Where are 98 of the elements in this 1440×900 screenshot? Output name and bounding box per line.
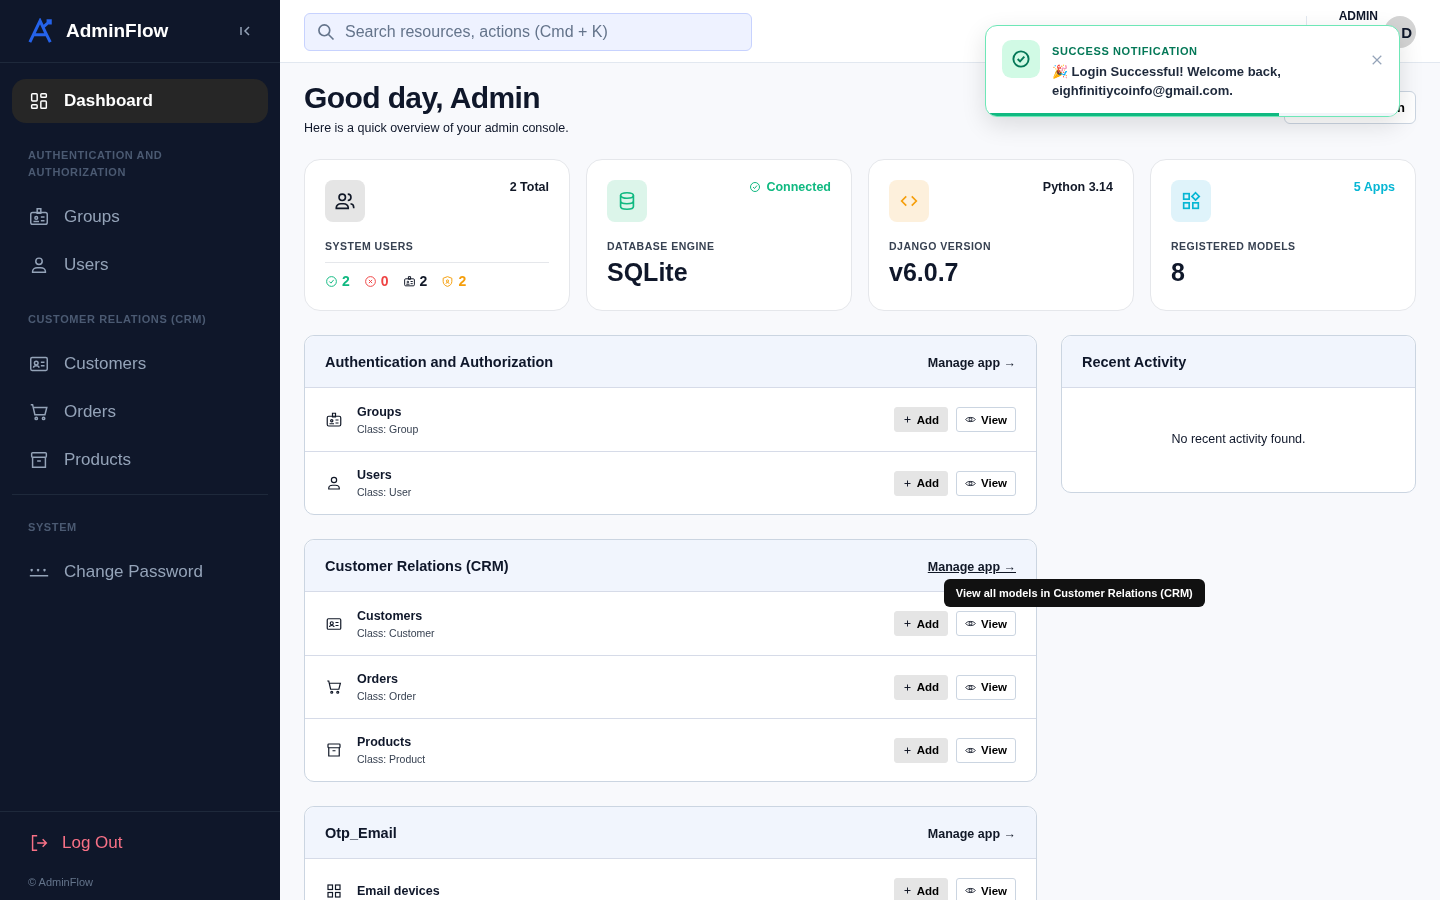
eye-icon <box>965 886 976 895</box>
eye-icon <box>965 415 976 424</box>
nav-section-heading: CUSTOMER RELATIONS (CRM) <box>27 312 208 327</box>
manage-app-link[interactable]: Manage app → <box>927 559 1016 574</box>
view-button[interactable]: View <box>956 878 1016 900</box>
id-badge-icon <box>28 206 50 228</box>
add-button[interactable]: Add <box>893 737 948 763</box>
model-class: Class: User <box>357 486 413 498</box>
page-subtitle: Here is a quick overview of your admin console. <box>304 121 569 135</box>
id-badge-icon <box>402 274 416 288</box>
toast-message: 🎉 Login Successful! Welcome back, eighfinitiycoinfo@gmail.com. <box>1052 63 1282 100</box>
cross-circle-icon <box>363 274 377 288</box>
shield-icon <box>441 274 455 288</box>
search-field[interactable]: Search resources, actions (Cmd + K) <box>304 13 752 51</box>
view-button[interactable]: View <box>956 407 1016 432</box>
plus-icon <box>902 619 912 628</box>
manage-app-link[interactable]: Manage app → <box>927 826 1016 841</box>
cart-icon <box>28 401 50 423</box>
view-button[interactable]: View <box>956 470 1016 496</box>
plus-icon <box>902 415 912 424</box>
page-title: Good day, Admin <box>304 81 541 115</box>
id-badge-icon <box>325 410 343 429</box>
view-button[interactable]: View <box>956 611 1016 636</box>
nav-item[interactable]: Orders <box>12 390 268 434</box>
plus-icon <box>902 745 912 755</box>
add-button[interactable]: Add <box>893 611 948 636</box>
model-class: Class: Product <box>357 753 427 765</box>
brand-name: AdminFlow <box>66 20 170 42</box>
card-value: SQLite <box>607 258 689 287</box>
card-label: DJANGO VERSION <box>889 240 993 252</box>
eye-icon <box>965 682 976 692</box>
card-status-text: 5 Apps <box>1353 180 1395 194</box>
card-label: REGISTERED MODELS <box>1171 240 1297 252</box>
nav-item[interactable]: Change Password <box>12 550 268 594</box>
archive-box-icon <box>28 449 50 471</box>
nav-item[interactable]: Groups <box>12 195 268 239</box>
manage-app-link[interactable]: Manage app → <box>927 355 1016 370</box>
check-circle-icon <box>749 181 762 193</box>
model-name: Orders <box>357 672 399 686</box>
panel-title: Authentication and Authorization <box>325 353 554 370</box>
stat-count: 2 <box>419 273 428 289</box>
dashboard-icon <box>28 90 50 112</box>
stat-count: 2 <box>458 273 467 289</box>
model-name: Groups <box>357 404 403 419</box>
card-status-text: 2 Total <box>509 180 549 194</box>
view-button[interactable]: View <box>956 737 1016 763</box>
nav-item[interactable]: Users <box>12 243 268 287</box>
card-label: DATABASE ENGINE <box>607 240 716 252</box>
user-icon <box>325 474 343 492</box>
model-class: Class: Group <box>357 422 420 435</box>
search-icon <box>316 22 336 42</box>
model-class: Class: Customer <box>357 626 436 639</box>
nav-item[interactable]: Customers <box>12 342 268 386</box>
empty-message: No recent activity found. <box>1170 431 1307 446</box>
model-name: Products <box>357 735 413 749</box>
nav-section-heading: SYSTEM <box>27 520 78 535</box>
copyright: © AdminFlow <box>28 876 94 888</box>
card-value: 8 <box>1171 258 1186 287</box>
plus-icon <box>902 886 912 895</box>
add-button[interactable]: Add <box>893 674 948 700</box>
close-icon[interactable] <box>1371 54 1383 66</box>
logout-button[interactable]: Log Out <box>28 832 252 854</box>
card-label: SYSTEM USERS <box>325 240 415 252</box>
model-name: Customers <box>357 608 424 623</box>
eye-icon <box>965 619 976 628</box>
view-button[interactable]: View <box>956 674 1016 700</box>
stat-count: 2 <box>342 273 350 289</box>
apps-icon <box>1180 190 1202 212</box>
collapse-icon[interactable] <box>238 24 252 38</box>
eye-icon <box>965 745 976 755</box>
nav-section-heading: AUTHENTICATION AND AUTHORIZATION <box>27 148 164 180</box>
model-class: Class: Order <box>357 690 417 702</box>
grid-icon <box>325 881 343 900</box>
card-value: v6.0.7 <box>889 258 960 287</box>
plus-icon <box>902 478 912 488</box>
add-button[interactable]: Add <box>893 407 948 432</box>
plus-icon <box>902 682 912 692</box>
archive-box-icon <box>325 741 343 759</box>
cart-icon <box>325 678 343 696</box>
nav-item[interactable]: Dashboard <box>12 79 268 123</box>
logo-icon <box>28 18 54 44</box>
card-status-text: Python 3.14 <box>1042 180 1113 194</box>
panel-title: Otp_Email <box>325 824 397 841</box>
nav-item[interactable]: Products <box>12 438 268 482</box>
model-name: Users <box>357 468 393 482</box>
panel-title: Customer Relations (CRM) <box>325 557 509 574</box>
users-icon <box>334 190 356 212</box>
eye-icon <box>965 478 976 488</box>
tooltip: View all models in Customer Relations (CRM) <box>943 578 1205 607</box>
panel-title: Recent Activity <box>1082 353 1187 370</box>
user-name: ADMIN <box>1338 9 1378 23</box>
toast-title: SUCCESS NOTIFICATION <box>1052 45 1199 57</box>
check-circle-icon <box>325 274 338 288</box>
stat-count: 0 <box>380 273 389 289</box>
card-status-text: Connected <box>766 180 831 194</box>
add-button[interactable]: Add <box>893 878 948 900</box>
add-button[interactable]: Add <box>893 470 948 496</box>
model-name: Email devices <box>357 883 441 898</box>
